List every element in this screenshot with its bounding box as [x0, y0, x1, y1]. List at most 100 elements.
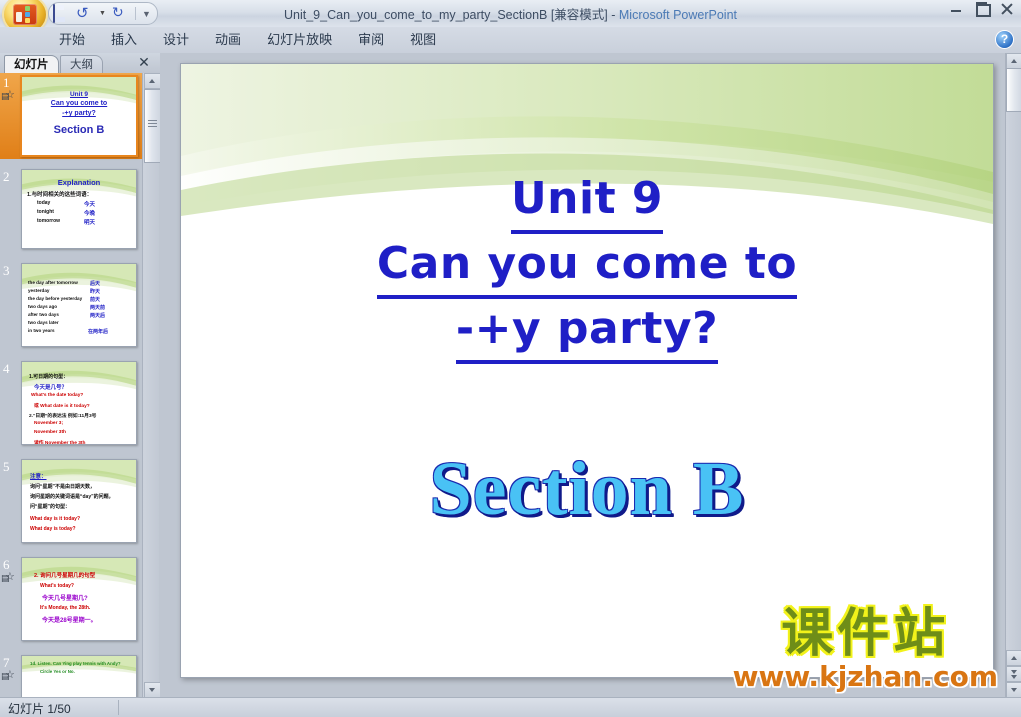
thumbnail-line: 问“星期”的句型： [30, 504, 71, 510]
tab-slides[interactable]: 幻灯片 [4, 55, 59, 74]
thumbnail-line: Circle Yes or No. [40, 669, 75, 674]
thumbnail-line: today [37, 200, 51, 206]
slide-editing-area: Unit 9 Can you come to -+y party? Sectio… [160, 53, 1006, 698]
thumbnail-line: after two days [28, 312, 59, 317]
tab-review[interactable]: 审阅 [345, 27, 397, 53]
slides-panel-scrollbar[interactable] [142, 73, 161, 698]
thumbnail-line: 今天 [84, 202, 96, 208]
help-icon[interactable]: ? [996, 31, 1013, 48]
powerpoint-window: ↺ ▼ ↻ ▼ Unit_9_Can_you_come_to_my_party_… [0, 0, 1021, 717]
animation-star-icon: ▤ ☆ [1, 669, 15, 681]
thumbnail-line: Section B [53, 124, 105, 136]
close-button[interactable] [999, 2, 1015, 16]
thumbnail-text: 注意： 询问“星期”不是由日期天数， 询问星期的关键词语是“day”的问题， 问“星期… [22, 460, 136, 542]
thumbnail-line: 读作 November the 3th [34, 441, 86, 445]
thumbnail-line: 前天 [90, 297, 101, 303]
thumbnail-number: 3 [3, 263, 10, 278]
slides-outline-tabs: 幻灯片 大纲 ✕ [0, 53, 160, 74]
thumbnail-line: yesterday [28, 288, 50, 293]
thumbnail-line: Unit 9 [69, 91, 89, 98]
slides-panel: 幻灯片 大纲 ✕ 1 ▤ ☆ Unit 9 Can you come to -+y par… [0, 53, 161, 698]
thumbnail-number: 5 [3, 459, 10, 474]
thumbnail-line: What's the date today? [31, 393, 84, 398]
slide-thumbnail-5[interactable]: 5 注意： 询问“星期”不是由日期天数， 询问星期的关键词语是“day”的问题， 问“星… [0, 457, 142, 547]
slide-thumbnail-7[interactable]: 7 ▤ ☆ 1d. Listen. Can Ying play tennis with… [0, 653, 142, 698]
thumbnail-line: It's Monday, the 28th. [40, 605, 91, 611]
thumbnail-text: Unit 9 Can you come to -+y party? Section B [22, 77, 136, 155]
thumbnail-line: 今晚 [84, 211, 96, 217]
status-divider [118, 700, 119, 715]
thumbnail-line: What day is it today? [30, 516, 81, 522]
application-name: Microsoft PowerPoint [618, 8, 737, 22]
thumbnail-line: 两天前 [90, 305, 106, 311]
slide-thumbnail-1[interactable]: 1 ▤ ☆ Unit 9 Can you come to -+y party? Sectio… [0, 73, 142, 159]
slide-scroll-up-icon[interactable] [1006, 53, 1021, 69]
thumbnail-line: What day is today? [30, 526, 76, 532]
thumbnail-line: 两天后 [90, 313, 106, 319]
thumbnail-slide-preview[interactable]: 1d. Listen. Can Ying play tennis with An… [21, 655, 137, 698]
slide-thumbnail-4[interactable]: 4 1.可日期的句型： 今天是几号？ What's the date today? 或 … [0, 359, 142, 449]
slide-thumbnail-list[interactable]: 1 ▤ ☆ Unit 9 Can you come to -+y party? Sectio… [0, 73, 142, 698]
slide-title-text[interactable]: Unit 9 Can you come to -+y party? [181, 169, 993, 364]
document-title: Unit_9_Can_you_come_to_my_party_SectionB… [284, 8, 608, 22]
previous-slide-icon[interactable] [1006, 650, 1021, 666]
ribbon-tabs: 开始 插入 设计 动画 幻灯片放映 审阅 视图 [46, 27, 449, 53]
close-panel-icon[interactable]: ✕ [137, 55, 151, 69]
tab-outline[interactable]: 大纲 [60, 55, 103, 74]
thumbnail-line: 今天几号星期几? [42, 596, 88, 602]
title-bar: ↺ ▼ ↻ ▼ Unit_9_Can_you_come_to_my_party_… [0, 0, 1021, 33]
thumbnail-line: 注意： [30, 474, 47, 480]
slide-scroll-buttons [1006, 650, 1021, 698]
thumbnail-line: -+y party? [62, 110, 96, 117]
thumbnail-text: 2. 询问几号星期几的句型 What's today? 今天几号星期几? It's M… [22, 558, 136, 640]
thumbnail-line: 在两年后 [88, 329, 109, 335]
thumbnail-number: 4 [3, 361, 10, 376]
tab-view[interactable]: 视图 [397, 27, 449, 53]
tab-insert[interactable]: 插入 [98, 27, 150, 53]
thumbnail-slide-preview[interactable]: 注意： 询问“星期”不是由日期天数， 询问星期的关键词语是“day”的问题， 问“星期… [21, 459, 137, 543]
thumbnail-slide-preview[interactable]: Explanation 1.与时间相关的这些词语： today 今天 tonight 今晚… [21, 169, 137, 249]
restore-button[interactable] [974, 2, 991, 17]
thumbnail-slide-preview[interactable]: 1.可日期的句型： 今天是几号？ What's the date today? 或 W… [21, 361, 137, 445]
thumbnail-text: the day after tomorrow 后天 yesterday 昨天 the d… [22, 264, 136, 346]
animation-star-icon: ▤ ☆ [1, 571, 15, 583]
next-slide-icon[interactable] [1006, 666, 1021, 682]
thumbnail-line: Explanation [57, 178, 101, 187]
ribbon-tab-bar: 开始 插入 设计 动画 幻灯片放映 审阅 视图 ? [0, 27, 1021, 54]
title-line-1: Unit 9 [510, 169, 664, 234]
current-slide[interactable]: Unit 9 Can you come to -+y party? Sectio… [180, 63, 994, 678]
thumbnail-text: Explanation 1.与时间相关的这些词语： today 今天 tonight 今晚… [22, 170, 136, 248]
scrollbar-thumb[interactable] [144, 89, 161, 163]
thumbnail-line: 今天是28号星期一。 [42, 618, 97, 624]
window-title: Unit_9_Can_you_come_to_my_party_SectionB… [0, 4, 1021, 23]
tab-slideshow[interactable]: 幻灯片放映 [254, 27, 345, 53]
thumbnail-slide-preview[interactable]: Unit 9 Can you come to -+y party? Section B [20, 75, 138, 157]
scroll-down-icon[interactable] [144, 682, 161, 698]
slide-area-scrollbar[interactable] [1005, 53, 1021, 698]
slide-thumbnail-2[interactable]: 2 Explanation 1.与时间相关的这些词语： today 今天 tonight 今… [0, 167, 142, 253]
thumbnail-number: 2 [3, 169, 10, 184]
slide-scrollbar-thumb[interactable] [1006, 68, 1021, 112]
thumbnail-line: 今天是几号？ [34, 385, 68, 391]
section-wordart[interactable]: Section B [181, 446, 993, 533]
window-controls [949, 2, 1015, 17]
thumbnail-slide-preview[interactable]: the day after tomorrow 后天 yesterday 昨天 the d… [21, 263, 137, 347]
tab-animations[interactable]: 动画 [202, 27, 254, 53]
thumbnail-slide-preview[interactable]: 2. 询问几号星期几的句型 What's today? 今天几号星期几? It's M… [21, 557, 137, 641]
slide-thumbnail-6[interactable]: 6 ▤ ☆ 2. 询问几号星期几的句型 What's today? 今天几号星期几? It'… [0, 555, 142, 645]
minimize-button[interactable] [949, 2, 965, 16]
thumbnail-line: Can you come to [50, 100, 108, 107]
tab-home[interactable]: 开始 [46, 27, 98, 53]
slide-thumbnail-3[interactable]: 3 the day after tomorrow 后天 yesterday 昨天 the … [0, 261, 142, 351]
title-separator: - [607, 8, 619, 22]
thumbnail-line: two days ago [28, 304, 58, 309]
scroll-up-icon[interactable] [144, 73, 161, 89]
thumbnail-line: tonight [37, 209, 54, 215]
thumbnail-line: 1.与时间相关的这些词语： [27, 192, 93, 198]
thumbnail-line: two days later [28, 320, 59, 325]
thumbnail-line: 昨天 [90, 289, 101, 295]
thumbnail-line: 询问星期的关键词语是“day”的问题， [30, 494, 114, 500]
thumbnail-line: the day before yesterday [28, 296, 83, 301]
tab-design[interactable]: 设计 [150, 27, 202, 53]
scroll-down-arrow-icon[interactable] [1006, 682, 1021, 698]
